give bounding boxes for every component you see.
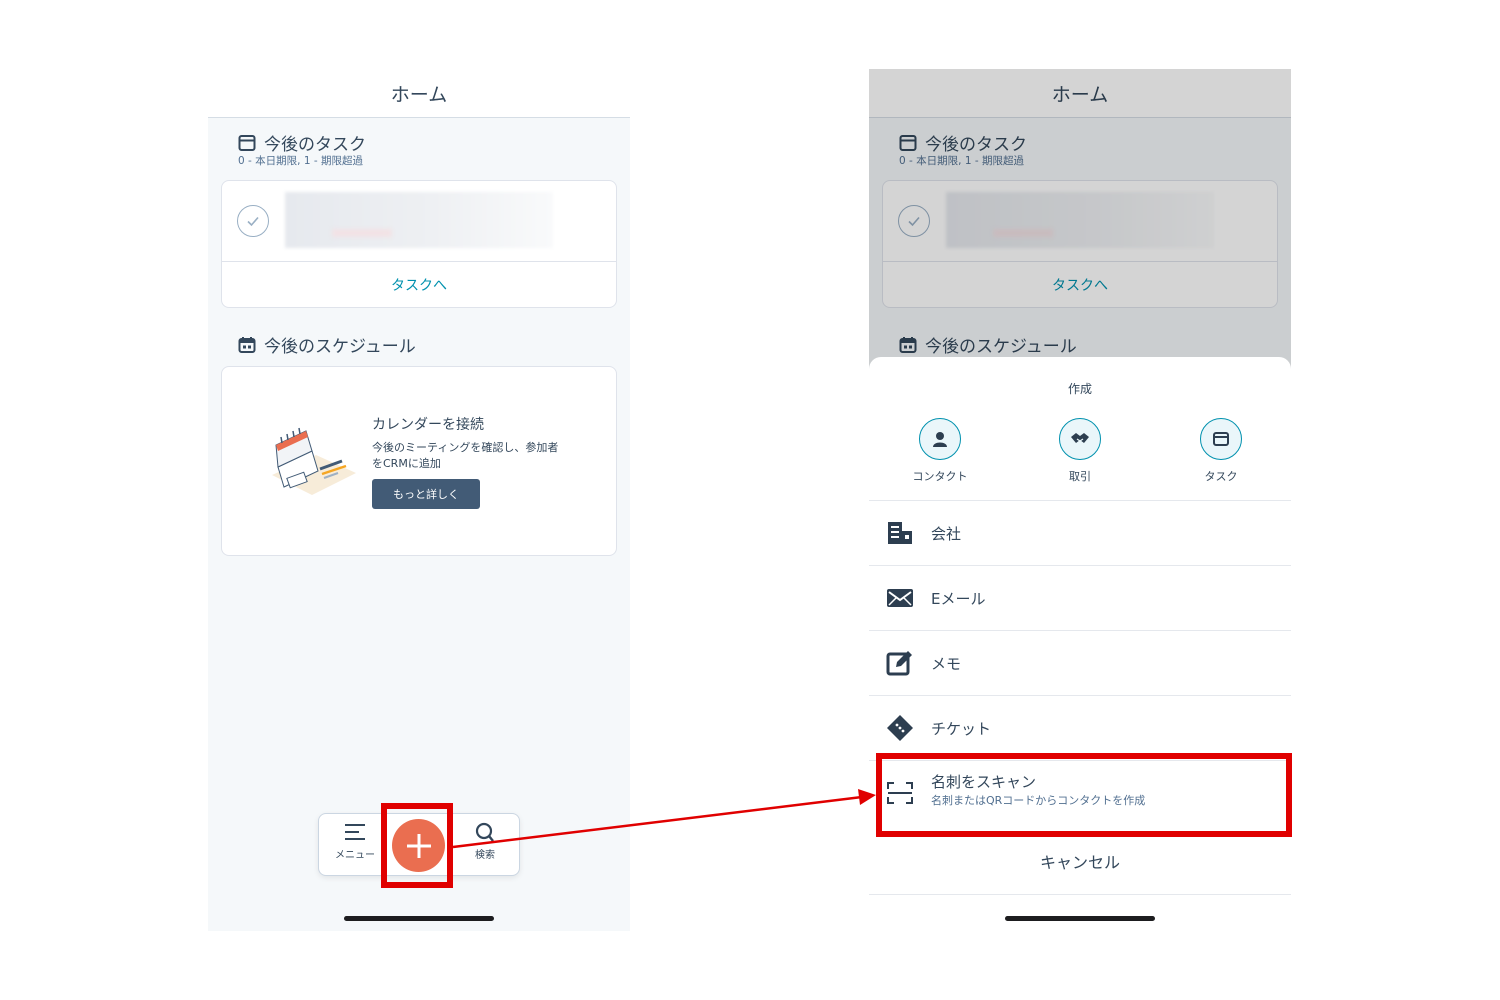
- learn-more-button[interactable]: もっと詳しく: [372, 479, 480, 509]
- create-note-row[interactable]: メモ: [869, 630, 1291, 695]
- search-button[interactable]: 検索: [457, 822, 513, 861]
- header: ホーム: [208, 69, 630, 118]
- building-icon: [885, 518, 915, 548]
- divider: [869, 894, 1291, 895]
- calendar-icon: [238, 336, 256, 353]
- sheet-title: 作成: [1067, 382, 1092, 396]
- create-ticket-row[interactable]: チケット: [869, 695, 1291, 760]
- cancel-button[interactable]: キャンセル: [869, 835, 1291, 887]
- tasks-section-header: 今後のタスク: [238, 130, 366, 155]
- create-contact-circle: [919, 418, 961, 460]
- task-card: タスクへ: [221, 180, 617, 308]
- menu-button[interactable]: メニュー: [327, 822, 383, 861]
- home-indicator: [1005, 916, 1155, 921]
- blurred-task-date: [332, 229, 392, 237]
- home-indicator: [344, 916, 494, 921]
- search-label: 検索: [475, 850, 495, 861]
- person-icon: [933, 432, 947, 447]
- create-action-sheet: 作成 コンタクト 取引 タスク 会社 Eメール メモ チケット 名刺をスキャン …: [869, 357, 1291, 931]
- go-to-tasks-link[interactable]: タスクへ: [222, 261, 616, 308]
- create-task-button[interactable]: タスク: [1181, 418, 1261, 484]
- create-deal-button[interactable]: 取引: [1040, 418, 1120, 484]
- create-email-label: Eメール: [931, 589, 986, 608]
- create-deal-circle: [1059, 418, 1101, 460]
- fab-highlight-box: [381, 803, 453, 888]
- task-icon: [1213, 432, 1229, 446]
- schedule-title: 今後のスケジュール: [264, 337, 416, 357]
- create-ticket-label: チケット: [931, 719, 992, 738]
- create-task-circle: [1200, 418, 1242, 460]
- create-company-label: 会社: [931, 524, 962, 543]
- create-task-label: タスク: [1204, 470, 1238, 483]
- blurred-task-content[interactable]: [285, 192, 553, 248]
- calendar-card-title: カレンダーを接続: [372, 417, 484, 433]
- tasks-title: 今後のタスク: [264, 135, 366, 155]
- hamburger-icon: [345, 824, 365, 840]
- create-contact-label: コンタクト: [912, 470, 968, 483]
- task-complete-checkbox[interactable]: [237, 205, 269, 237]
- calendar-connect-card: カレンダーを接続 今後のミーティングを確認し、参加者をCRMに追加 もっと詳しく: [221, 366, 617, 556]
- left-screen: ホーム 今後のタスク 0 - 本日期限, 1 - 期限超過 タスクへ 今後のスケ…: [208, 69, 630, 931]
- create-email-row[interactable]: Eメール: [869, 565, 1291, 630]
- handshake-icon: [1071, 433, 1089, 443]
- search-icon: [475, 822, 494, 842]
- task-tray-icon: [238, 134, 256, 151]
- ticket-icon: [885, 713, 915, 743]
- scan-row-highlight-box: [876, 753, 1292, 837]
- create-contact-button[interactable]: コンタクト: [900, 418, 980, 484]
- page-title: ホーム: [390, 83, 448, 106]
- create-note-label: メモ: [931, 654, 962, 673]
- create-deal-label: 取引: [1069, 470, 1091, 483]
- menu-label: メニュー: [335, 850, 375, 861]
- tasks-subtitle: 0 - 本日期限, 1 - 期限超過: [238, 155, 363, 167]
- create-company-row[interactable]: 会社: [869, 500, 1291, 565]
- envelope-icon: [885, 583, 915, 613]
- check-icon: [247, 216, 259, 227]
- calendar-illustration: [272, 427, 356, 495]
- pencil-note-icon: [885, 648, 915, 678]
- schedule-section-header: 今後のスケジュール: [238, 332, 416, 357]
- calendar-card-description: 今後のミーティングを確認し、参加者をCRMに追加: [372, 441, 559, 470]
